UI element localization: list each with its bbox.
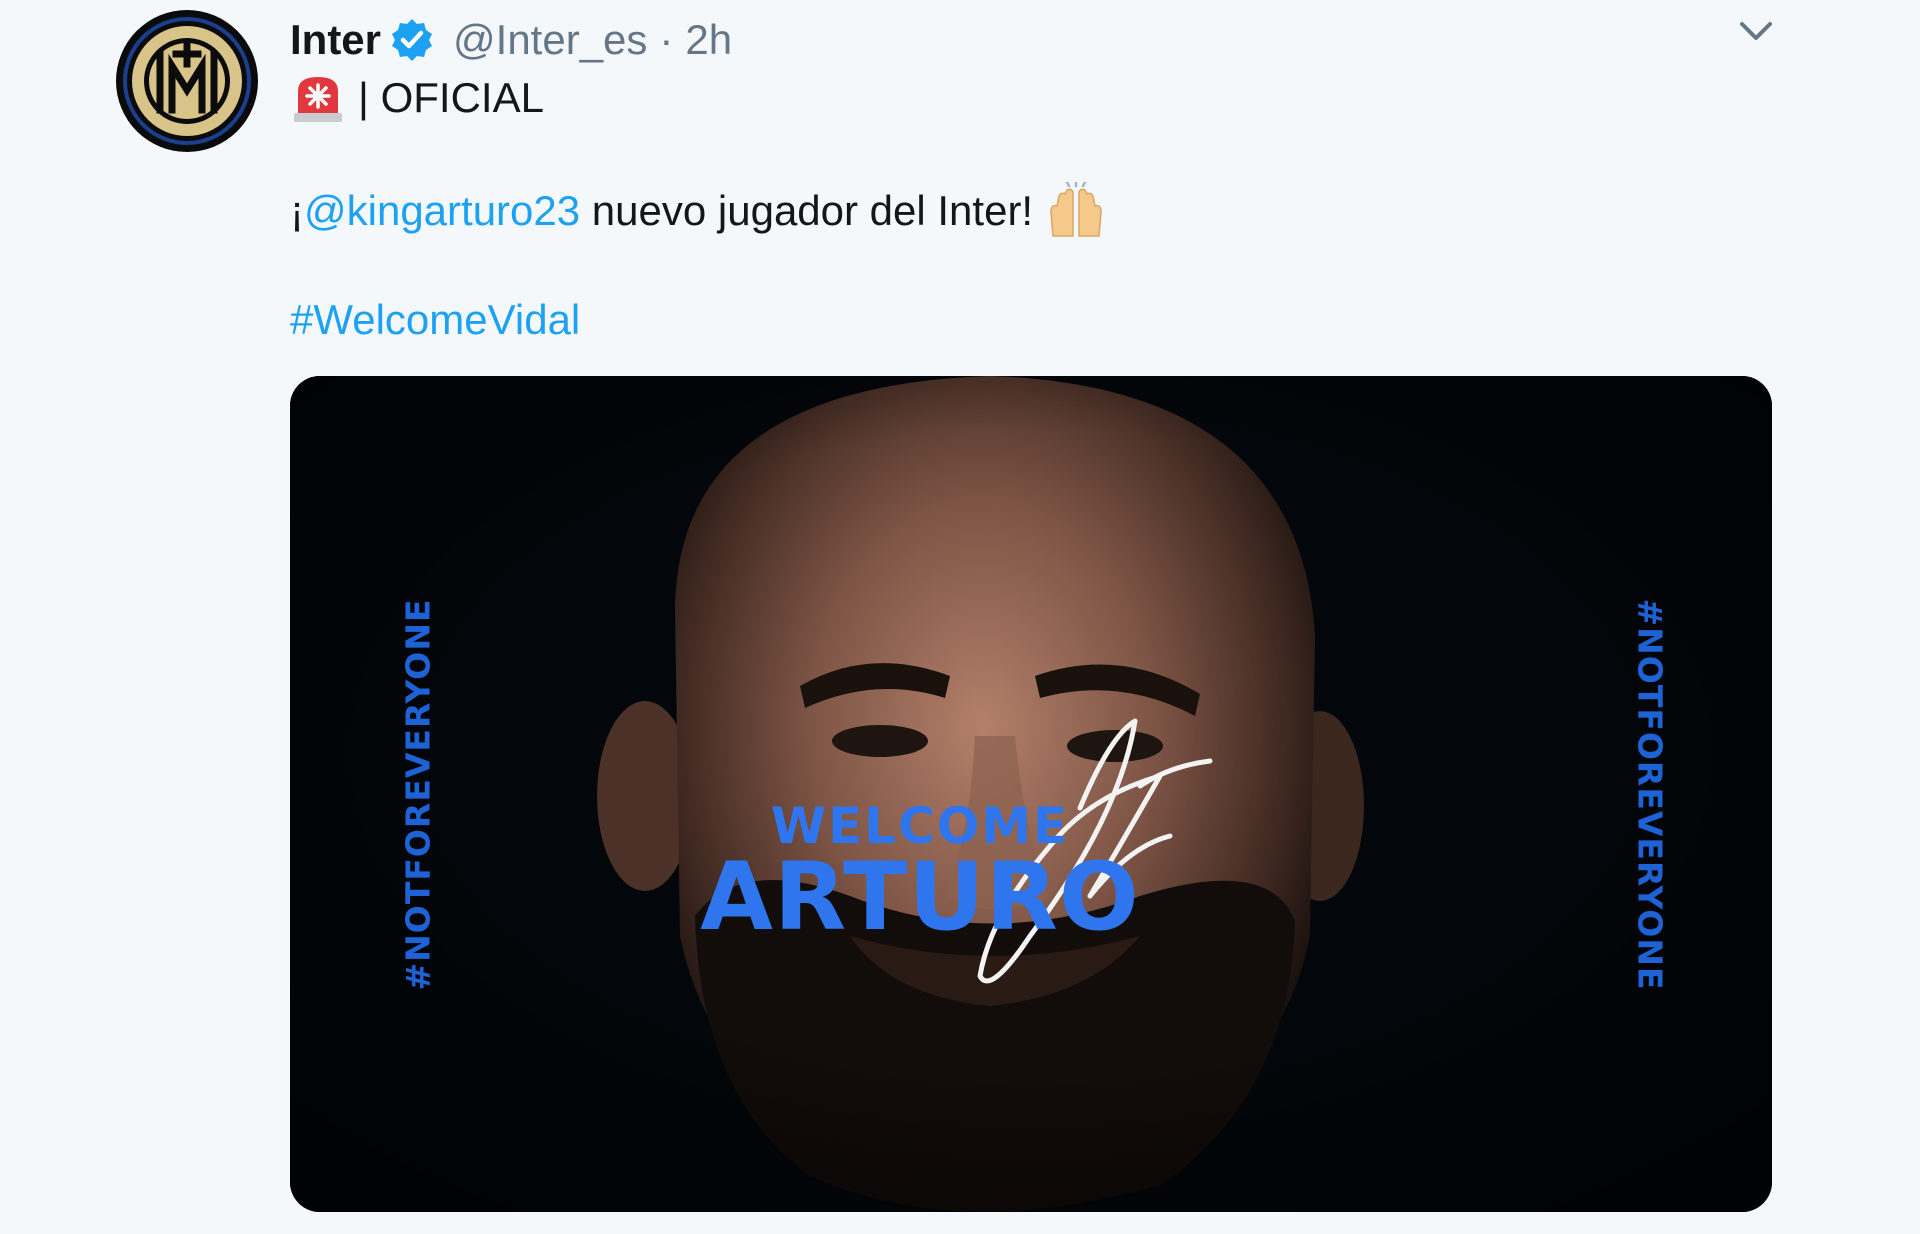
chevron-down-icon bbox=[1740, 22, 1772, 40]
rotating-light-emoji-icon bbox=[290, 73, 346, 123]
inter-logo-icon bbox=[117, 11, 257, 151]
hashtag-overlay-left-text: #NOTFOREVERYONE bbox=[398, 597, 438, 991]
tweet-media-image[interactable]: #NOTFOREVERYONE #NOTFOREVERYONE WELCOME … bbox=[290, 376, 1772, 1212]
hashtag-link[interactable]: #WelcomeVidal bbox=[290, 296, 580, 343]
player-portrait-image bbox=[290, 376, 1772, 1212]
hashtag-overlay-right: #NOTFOREVERYONE bbox=[1620, 376, 1680, 1212]
hashtag-overlay-left: #NOTFOREVERYONE bbox=[388, 376, 448, 1212]
header-separator: · bbox=[659, 16, 674, 63]
announcement-text: nuevo jugador del Inter! bbox=[580, 187, 1034, 234]
tweet-header: Inter @Inter_es · 2h bbox=[290, 12, 732, 68]
official-label: | OFICIAL bbox=[358, 74, 544, 121]
tweet-menu-button[interactable] bbox=[1736, 16, 1776, 46]
hashtag-overlay-right-text: #NOTFOREVERYONE bbox=[1630, 597, 1670, 991]
verified-badge-icon bbox=[389, 17, 435, 63]
author-handle[interactable]: @Inter_es bbox=[453, 16, 647, 64]
mention-link[interactable]: @kingarturo23 bbox=[304, 183, 580, 239]
author-name[interactable]: Inter bbox=[290, 16, 381, 64]
player-name-text: ARTURO bbox=[700, 843, 1140, 952]
author-avatar[interactable] bbox=[116, 10, 258, 152]
tweet: Inter @Inter_es · 2h | OFICIAL ¡ @kingar… bbox=[0, 0, 1920, 1234]
tweet-line-announcement: ¡ @kingarturo23 nuevo jugador del Inter! bbox=[290, 182, 1105, 240]
inverted-exclamation: ¡ bbox=[290, 187, 304, 234]
raising-hands-emoji-icon bbox=[1047, 182, 1105, 240]
tweet-timestamp[interactable]: 2h bbox=[685, 16, 732, 64]
welcome-overlay: WELCOME ARTURO bbox=[640, 801, 1200, 945]
tweet-line-hashtag: #WelcomeVidal bbox=[290, 292, 580, 348]
tweet-line-official: | OFICIAL bbox=[290, 70, 544, 126]
